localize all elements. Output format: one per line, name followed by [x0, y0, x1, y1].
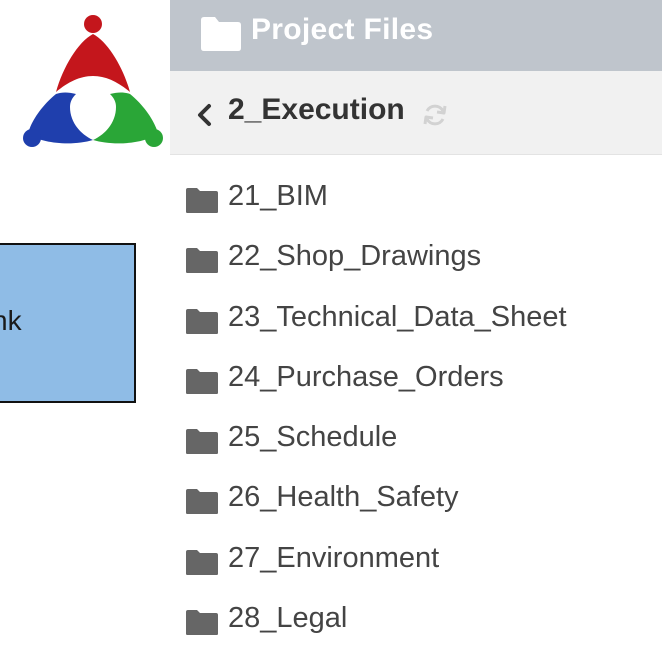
folder-item[interactable]: 22_Shop_Drawings	[170, 228, 662, 288]
logo-arc-top	[56, 34, 130, 92]
folder-icon	[186, 489, 218, 515]
folder-label: 23_Technical_Data_Sheet	[228, 300, 567, 333]
folder-label: 28_Legal	[228, 602, 348, 635]
folder-list: 21_BIM 22_Shop_Drawings 23_Technical_Dat…	[170, 168, 662, 650]
project-files-panel: Project Files 2_Execution 21_BIM 22_Shop…	[170, 0, 662, 641]
folder-icon	[186, 549, 218, 575]
folder-label: 26_Health_Safety	[228, 481, 459, 514]
folder-label: 21_BIM	[228, 180, 328, 212]
logo-head-left	[23, 129, 41, 147]
folder-item[interactable]: 28_Legal	[170, 590, 662, 650]
note-text: nk	[0, 305, 22, 336]
breadcrumb: 2_Execution	[170, 71, 662, 155]
folder-label: 27_Environment	[228, 541, 440, 574]
folder-item[interactable]: 21_BIM	[170, 168, 662, 228]
logo-head-top	[84, 15, 102, 33]
refresh-icon[interactable]	[422, 102, 448, 128]
folder-icon	[186, 610, 218, 636]
folder-icon	[186, 248, 218, 274]
company-logo	[23, 15, 163, 147]
folder-item[interactable]: 24_Purchase_Orders	[170, 349, 662, 409]
folder-icon	[186, 368, 218, 394]
folder-icon	[186, 429, 218, 455]
panel-header: Project Files	[170, 0, 662, 71]
folder-item[interactable]: 23_Technical_Data_Sheet	[170, 289, 662, 349]
folder-item[interactable]: 27_Environment	[170, 530, 662, 590]
folder-icon	[201, 17, 241, 51]
folder-label: 22_Shop_Drawings	[228, 240, 482, 273]
folder-item[interactable]: 25_Schedule	[170, 409, 662, 469]
folder-item[interactable]: 26_Health_Safety	[170, 469, 662, 529]
logo-head-right	[145, 129, 163, 147]
folder-label: 25_Schedule	[228, 421, 398, 454]
folder-label: 24_Purchase_Orders	[228, 360, 504, 393]
panel-title: Project Files	[251, 13, 434, 46]
folder-icon	[186, 188, 218, 213]
note-box: nk	[0, 243, 136, 403]
folder-icon	[186, 308, 218, 334]
breadcrumb-current-folder[interactable]: 2_Execution	[228, 93, 405, 127]
chevron-left-icon[interactable]	[195, 103, 213, 127]
